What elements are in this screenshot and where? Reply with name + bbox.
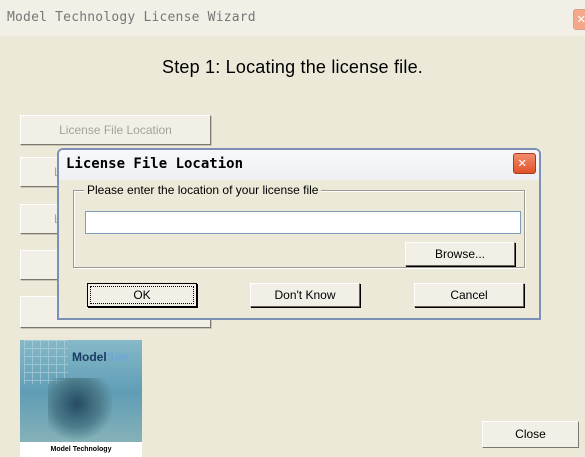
close-button[interactable]: Close [482,421,579,448]
dont-know-button[interactable]: Don't Know [250,283,360,307]
dialog-close-icon[interactable] [513,153,536,174]
ok-button[interactable]: OK [87,283,197,307]
window-close-icon[interactable] [573,9,585,30]
window-titlebar: Model Technology License Wizard [0,0,585,36]
dialog-titlebar: License File Location [59,150,539,180]
license-file-location-button[interactable]: License File Location [20,115,211,145]
wizard-button-label: License File Location [59,123,172,137]
dialog-title: License File Location [66,156,244,172]
logo-company-text: Model Technology [20,442,142,457]
modelsim-logo: ModelSim Model Technology [20,340,142,457]
step-title: Step 1: Locating the license file. [162,57,423,77]
logo-wordmark: ModelSim [72,350,129,364]
window-title: Model Technology License Wizard [7,10,256,25]
browse-button[interactable]: Browse... [405,242,515,266]
cancel-button[interactable]: Cancel [414,283,524,307]
license-location-group: Please enter the location of your licens… [73,182,525,268]
logo-figure-graphic [48,378,112,442]
license-location-dialog: License File Location Please enter the l… [57,148,541,320]
group-label: Please enter the location of your licens… [84,182,322,198]
license-path-input[interactable] [85,211,521,234]
